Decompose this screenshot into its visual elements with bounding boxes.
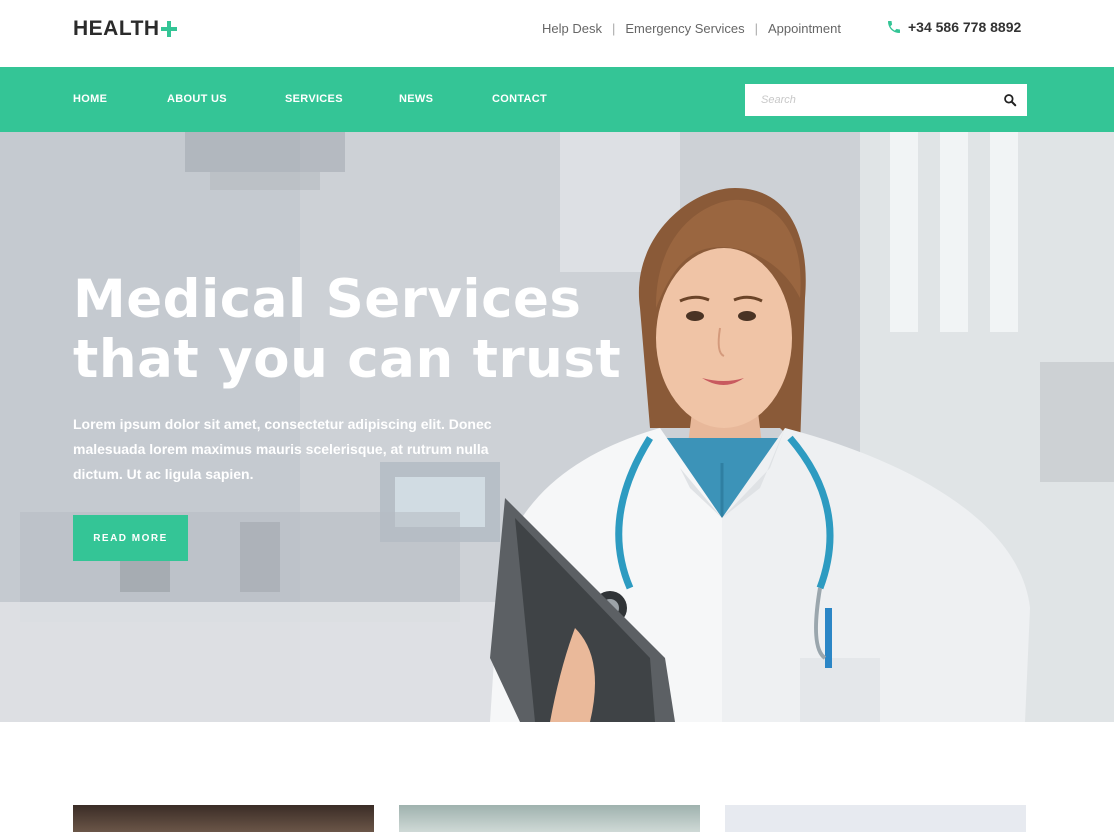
help-desk-link[interactable]: Help Desk — [542, 21, 602, 36]
top-bar: HEALTH Help Desk | Emergency Services | … — [0, 0, 1114, 67]
doctor-image — [490, 188, 1030, 722]
logo-text: HEALTH — [73, 17, 160, 40]
top-links: Help Desk | Emergency Services | Appoint… — [542, 21, 841, 36]
phone-icon — [888, 21, 900, 33]
nav-item-news[interactable]: NEWS — [399, 93, 433, 105]
nav-item-about-us[interactable]: ABOUT US — [167, 93, 227, 105]
plus-icon — [160, 21, 177, 37]
divider: | — [611, 21, 616, 36]
feature-card-image[interactable] — [399, 805, 700, 832]
feature-cards — [0, 722, 1114, 832]
search-input[interactable] — [745, 85, 985, 115]
phone-contact[interactable]: +34 586 778 8892 — [886, 19, 1021, 35]
nav-item-home[interactable]: HOME — [73, 93, 107, 105]
nav-item-contact[interactable]: CONTACT — [492, 93, 547, 105]
feature-card-image[interactable] — [725, 805, 1026, 832]
hero-section: Medical Services that you can trust Lore… — [0, 132, 1114, 722]
search-icon[interactable] — [1003, 93, 1017, 107]
emergency-services-link[interactable]: Emergency Services — [625, 21, 744, 36]
hero-description: Lorem ipsum dolor sit amet, consectetur … — [73, 416, 492, 482]
logo[interactable]: HEALTH — [73, 17, 177, 41]
divider: | — [754, 21, 758, 36]
nav-item-services[interactable]: SERVICES — [285, 93, 343, 105]
appointment-link[interactable]: Appointment — [768, 21, 841, 36]
feature-card-image[interactable] — [73, 805, 374, 832]
search-box — [745, 84, 1027, 116]
main-nav: HOME ABOUT US SERVICES NEWS CONTACT — [0, 67, 1114, 132]
read-more-button[interactable]: READ MORE — [73, 515, 188, 561]
phone-number: +34 586 778 8892 — [908, 19, 1022, 35]
